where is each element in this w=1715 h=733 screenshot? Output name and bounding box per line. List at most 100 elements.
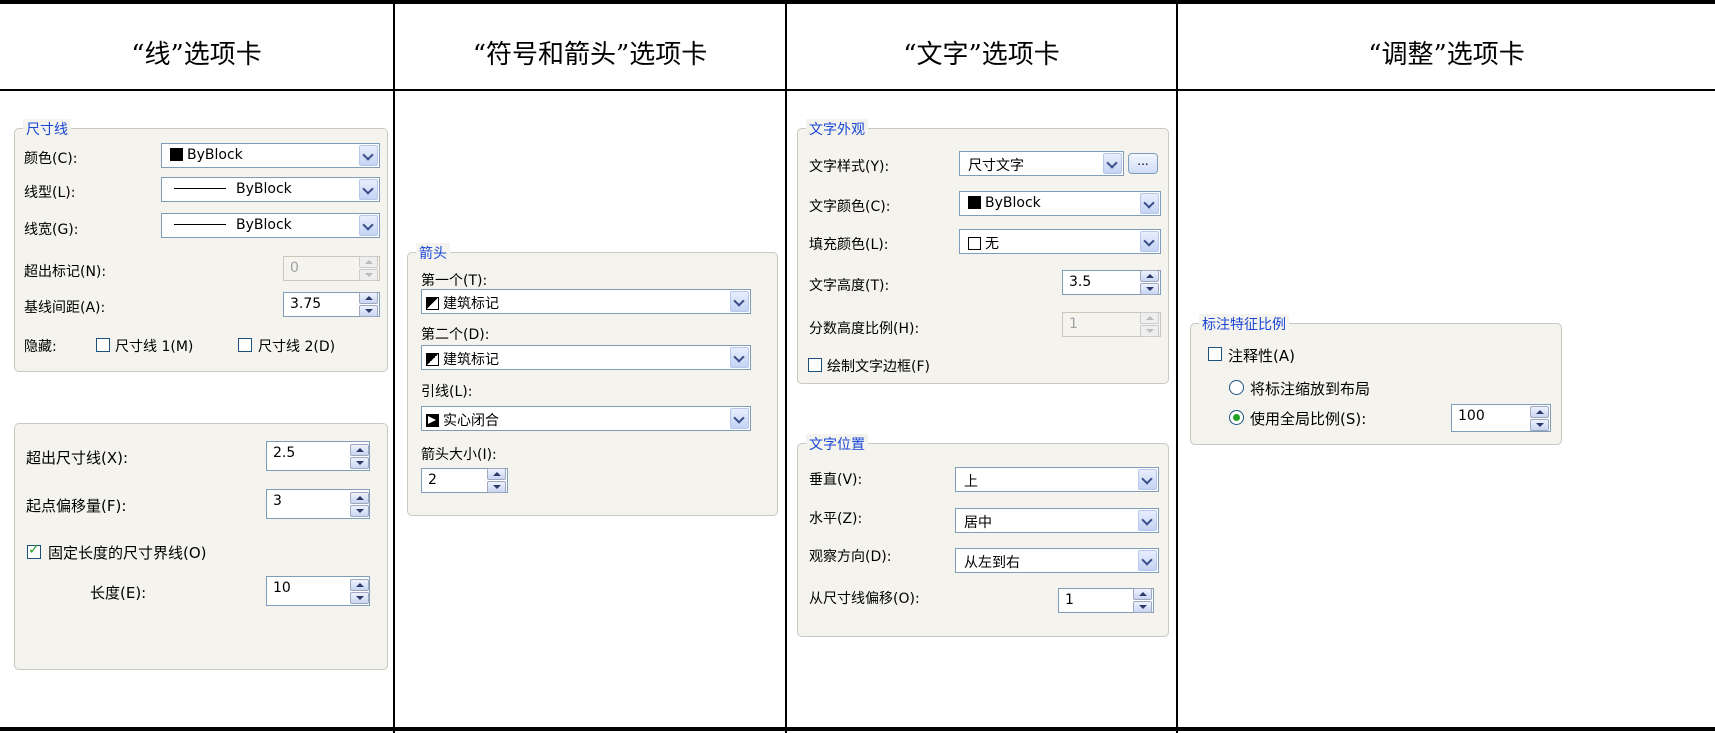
second-arrow-value: 建筑标记 xyxy=(443,352,499,368)
chevron-down-icon[interactable] xyxy=(730,408,749,429)
linetype-select[interactable]: ByBlock xyxy=(161,177,380,202)
text-color-select[interactable]: ByBlock xyxy=(959,191,1161,216)
empty-swatch-icon xyxy=(968,237,981,250)
length-input[interactable]: 10 xyxy=(266,576,370,606)
view-direction-value: 从左到右 xyxy=(964,555,1020,571)
horizontal-value: 居中 xyxy=(964,515,992,531)
chevron-down-icon[interactable] xyxy=(730,291,749,312)
lineweight-select[interactable]: ByBlock xyxy=(161,213,380,238)
spinner-icon[interactable] xyxy=(359,292,378,317)
chevron-down-icon[interactable] xyxy=(1138,550,1157,571)
vertical-value: 上 xyxy=(964,474,978,490)
text-style-label: 文字样式(Y): xyxy=(809,159,890,175)
first-arrow-value: 建筑标记 xyxy=(443,296,499,312)
text-style-select[interactable]: 尺寸文字 xyxy=(959,151,1124,176)
chevron-down-icon[interactable] xyxy=(1138,469,1157,490)
spinner-icon[interactable] xyxy=(1133,588,1152,613)
line-sample-icon xyxy=(174,188,226,189)
chevron-down-icon[interactable] xyxy=(1103,153,1122,174)
arrow-size-value: 2 xyxy=(428,472,437,488)
offset-label: 从尺寸线偏移(O): xyxy=(809,591,920,607)
spinner-icon[interactable] xyxy=(487,468,506,493)
text-color-value: ByBlock xyxy=(985,195,1041,211)
offset-value: 1 xyxy=(1065,592,1074,608)
text-height-value: 3.5 xyxy=(1069,274,1092,290)
spinner-icon[interactable] xyxy=(350,492,369,517)
extend-beyond-input[interactable]: 2.5 xyxy=(266,441,370,471)
horizontal-select[interactable]: 居中 xyxy=(955,508,1159,533)
annotative-checkbox[interactable] xyxy=(1208,347,1222,361)
vertical-label: 垂直(V): xyxy=(809,472,863,488)
arrow-size-input[interactable]: 2 xyxy=(421,468,508,493)
extend-ticks-input: 0 xyxy=(283,256,380,281)
color-label: 颜色(C): xyxy=(24,151,78,167)
scale-to-layout-label: 将标注缩放到布局 xyxy=(1250,380,1371,398)
text-color-label: 文字颜色(C): xyxy=(809,199,891,215)
suppress-dimline1-label: 尺寸线 1(M) xyxy=(115,339,194,355)
spinner-icon xyxy=(359,256,378,281)
spinner-icon[interactable] xyxy=(350,444,369,469)
chevron-down-icon[interactable] xyxy=(1138,510,1157,531)
fixed-length-checkbox[interactable] xyxy=(27,542,41,559)
chevron-down-icon[interactable] xyxy=(359,179,378,200)
second-arrow-label: 第二个(D): xyxy=(421,327,490,343)
vertical-select[interactable]: 上 xyxy=(955,467,1159,492)
extend-beyond-label: 超出尺寸线(X): xyxy=(26,449,129,467)
chevron-down-icon[interactable] xyxy=(359,145,378,166)
horizontal-label: 水平(Z): xyxy=(809,511,863,527)
color-select-value: ByBlock xyxy=(187,147,243,163)
fill-color-value: 无 xyxy=(985,236,999,252)
group-title: 标注特征比例 xyxy=(1199,314,1289,334)
view-direction-label: 观察方向(D): xyxy=(809,549,892,565)
header-fit-tab: “调整”选项卡 xyxy=(1368,39,1525,70)
extend-beyond-value: 2.5 xyxy=(273,445,296,461)
spinner-icon xyxy=(1140,312,1159,337)
scale-to-layout-radio[interactable] xyxy=(1229,380,1244,395)
table-bottom-border xyxy=(0,727,1715,731)
first-arrow-label: 第一个(T): xyxy=(421,273,488,289)
column-divider-1 xyxy=(393,0,395,733)
color-swatch-icon xyxy=(968,196,981,209)
length-label: 长度(E): xyxy=(90,584,147,602)
text-style-browse-button[interactable]: ... xyxy=(1128,153,1158,174)
chevron-down-icon[interactable] xyxy=(1140,231,1159,252)
leader-arrow-select[interactable]: 实心闭合 xyxy=(421,406,751,431)
spinner-icon[interactable] xyxy=(1140,270,1159,295)
arrow-size-label: 箭头大小(I): xyxy=(421,447,497,463)
leader-label: 引线(L): xyxy=(421,384,473,400)
architectural-tick-icon xyxy=(426,353,439,366)
annotative-label: 注释性(A) xyxy=(1228,347,1295,365)
fill-color-select[interactable]: 无 xyxy=(959,229,1161,254)
view-direction-select[interactable]: 从左到右 xyxy=(955,548,1159,573)
chevron-down-icon[interactable] xyxy=(730,347,749,368)
fraction-height-input: 1 xyxy=(1062,312,1161,337)
lineweight-select-value: ByBlock xyxy=(236,217,292,233)
second-arrow-select[interactable]: 建筑标记 xyxy=(421,345,751,370)
draw-frame-checkbox[interactable] xyxy=(808,358,822,372)
group-title: 文字位置 xyxy=(806,434,868,454)
baseline-spacing-input[interactable]: 3.75 xyxy=(283,292,380,317)
suppress-dimline2-label: 尺寸线 2(D) xyxy=(258,339,336,355)
leader-arrow-value: 实心闭合 xyxy=(443,413,499,429)
header-text-tab: “文字”选项卡 xyxy=(903,39,1060,70)
color-select[interactable]: ByBlock xyxy=(161,143,380,168)
text-height-input[interactable]: 3.5 xyxy=(1062,270,1161,295)
closed-filled-arrow-icon xyxy=(426,414,439,427)
suppress-dimline2-checkbox[interactable] xyxy=(238,338,252,352)
linetype-label: 线型(L): xyxy=(24,185,76,201)
color-swatch-icon xyxy=(170,148,183,161)
chevron-down-icon[interactable] xyxy=(359,215,378,236)
origin-offset-input[interactable]: 3 xyxy=(266,489,370,519)
global-scale-value: 100 xyxy=(1458,408,1485,424)
first-arrow-select[interactable]: 建筑标记 xyxy=(421,289,751,314)
chevron-down-icon[interactable] xyxy=(1140,193,1159,214)
column-divider-3 xyxy=(1176,0,1178,733)
suppress-dimline1-checkbox[interactable] xyxy=(96,338,110,352)
offset-input[interactable]: 1 xyxy=(1058,588,1154,613)
global-scale-radio[interactable] xyxy=(1229,410,1244,425)
global-scale-input[interactable]: 100 xyxy=(1451,404,1551,432)
lineweight-label: 线宽(G): xyxy=(24,222,79,238)
group-title: 尺寸线 xyxy=(23,119,71,139)
spinner-icon[interactable] xyxy=(1530,406,1549,431)
spinner-icon[interactable] xyxy=(350,579,369,604)
